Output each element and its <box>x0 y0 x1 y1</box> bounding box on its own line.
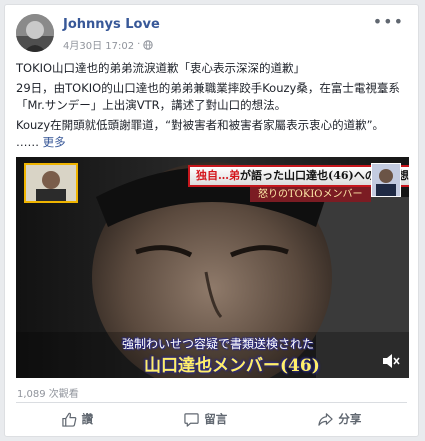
view-count[interactable]: 1,089 次觀看 <box>17 385 79 400</box>
share-button[interactable]: 分享 <box>318 411 361 427</box>
comment-button[interactable]: 留言 <box>184 411 227 427</box>
like-label: 讚 <box>81 412 94 426</box>
video-subtitle-line-1: 強制わいせつ容疑で書類送検された <box>122 337 315 351</box>
action-bar: 讚 留言 分享 <box>16 406 407 432</box>
see-more-link[interactable]: 更多 <box>43 135 66 149</box>
divider <box>16 402 407 403</box>
inset-photo-right <box>371 163 401 197</box>
post-paragraph-3: Kouzy在開頭就低頭謝罪道，“對被害者和被害者家屬表示衷心的道歉”。 …… 更多 <box>16 117 410 151</box>
comment-icon <box>184 412 199 427</box>
inset-photo-left <box>24 163 78 203</box>
poster-name[interactable]: Johnnys Love <box>63 17 160 32</box>
post-meta: 4月30日 17:02 · <box>63 37 153 52</box>
like-button[interactable]: 讚 <box>61 411 94 427</box>
banner-highlight: 独自…弟 <box>196 169 240 182</box>
comment-label: 留言 <box>204 412 228 426</box>
post-paragraph-2: 29日，由TOKIO的山口達也的弟弟兼職業摔跤手Kouzy桑，在富士電視臺系「M… <box>16 81 400 112</box>
globe-icon <box>143 39 153 50</box>
post-paragraph-1: TOKIO山口達也的弟弟流淚道歉「衷心表示深深的道歉」 <box>16 61 306 75</box>
text-ellipsis: …… <box>16 135 39 149</box>
thumbs-up-icon <box>61 412 77 427</box>
share-label: 分享 <box>338 412 362 426</box>
meta-separator: · <box>137 39 141 50</box>
video-banner-subheadline: 怒りのTOKIOメンバー <box>250 187 371 202</box>
video-player[interactable]: 独自…弟が語った山口達也(46)への涙の想い 怒りのTOKIOメンバー 強制わい… <box>16 157 409 378</box>
speaker-mute-icon[interactable] <box>382 353 400 369</box>
share-icon <box>318 412 334 427</box>
post-paragraph-3-text: Kouzy在開頭就低頭謝罪道，“對被害者和被害者家屬表示衷心的道歉”。 <box>16 118 385 132</box>
avatar[interactable] <box>16 14 54 52</box>
post-card: Johnnys Love 4月30日 17:02 · ••• TOKIO山口達也… <box>4 4 419 437</box>
post-body: TOKIO山口達也的弟弟流淚道歉「衷心表示深深的道歉」 29日，由TOKIO的山… <box>16 60 410 154</box>
ellipsis-icon[interactable]: ••• <box>373 14 404 30</box>
post-timestamp[interactable]: 4月30日 17:02 <box>63 37 134 52</box>
video-subtitle-line-2: 山口達也メンバー(46) <box>144 356 320 376</box>
